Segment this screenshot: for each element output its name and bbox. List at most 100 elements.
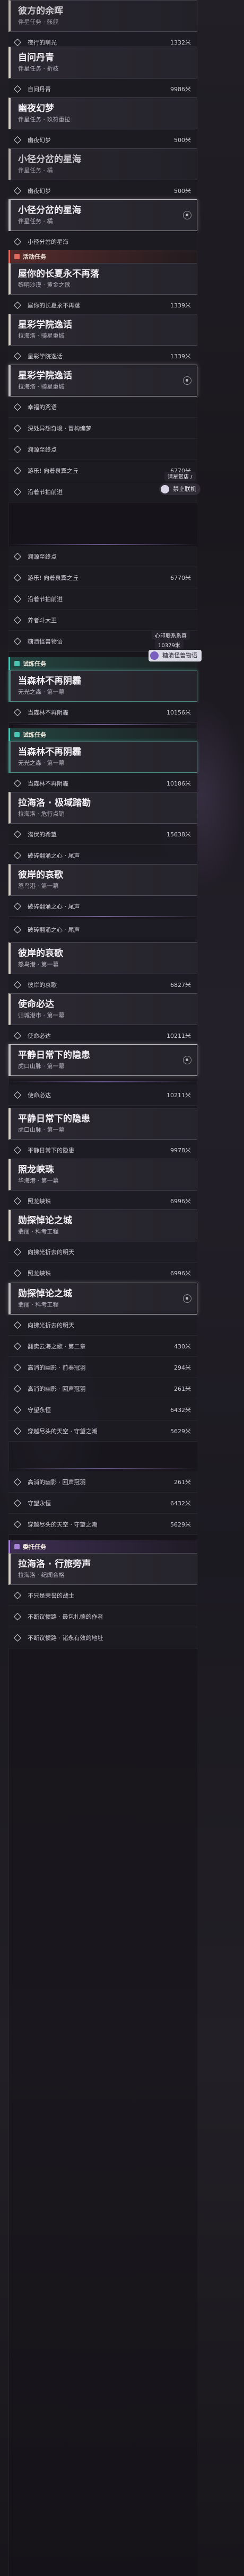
goal-text: 当森林不再阴霾 [28, 780, 68, 787]
quest-subtitle: 翡丽 · 科考工程 [18, 1301, 59, 1308]
track-icon[interactable] [183, 1294, 191, 1303]
activity-icon [14, 254, 20, 259]
quest-card[interactable]: 自问丹青 伴星任务 · 折枝 [8, 47, 197, 78]
quest-goal[interactable]: 高消的幽影 · 回声冠羽 261米 [8, 1471, 197, 1493]
goal-distance: 5629米 [170, 1521, 191, 1528]
quest-goal[interactable]: 照龙峡珠 6996米 [8, 1263, 197, 1284]
quest-subtitle: 华海港 · 第一幕 [18, 1177, 59, 1184]
quest-goal[interactable]: 自问丹青 9986米 [8, 78, 197, 100]
track-icon[interactable] [183, 376, 191, 385]
goal-distance: 1332米 [170, 39, 191, 46]
quest-goal[interactable]: 不断议惯路 · 最包扎德的作者 [8, 1606, 197, 1627]
category-header-companion[interactable]: 委托任务 [8, 1540, 197, 1553]
goal-text: 潜伏的希望 [28, 831, 57, 838]
quest-goal[interactable]: 屋你的长夏永不再落 1339米 [8, 295, 197, 316]
quest-title: 彼岸的哀歌 [18, 870, 63, 880]
quest-goal[interactable]: 幽夜幻梦 500米 [8, 180, 197, 201]
quest-card[interactable]: 星彩学院逸话 拉海洛 · 骑星重城 [8, 365, 197, 396]
diamond-icon [13, 1342, 22, 1350]
goal-distance: 15638米 [167, 831, 191, 838]
quest-goal[interactable]: 守望永恒 6432米 [8, 1399, 197, 1421]
quest-card[interactable]: 当森林不再阴霾 无光之森 · 第一幕 [8, 670, 197, 702]
quest-goal[interactable]: 使命必达 10211米 [8, 1084, 197, 1106]
category-header-activity[interactable]: 活动任务 [8, 250, 197, 263]
quest-subtitle: 拉海洛 · 骑星重城 [18, 332, 65, 339]
quest-card[interactable]: 拉海洛 · 行旅旁声 拉海洛 · 纪闻合格 [8, 1553, 197, 1585]
side-note: 心印联系系真 [152, 631, 190, 640]
quest-goal[interactable]: 潜伏的希望 15638米 [8, 824, 197, 845]
category-label: 试炼任务 [23, 731, 46, 738]
quest-goal[interactable]: 穿越尽头的天空 · 守望之潮 5629米 [8, 1421, 197, 1442]
goal-text: 屋你的长夏永不再落 [28, 302, 80, 309]
quest-card[interactable]: 勋探悼论之城 翡丽 · 科考工程 [8, 1210, 197, 1241]
quest-card[interactable]: 彼岸的哀歌 怒鸟港 · 第一幕 [8, 942, 197, 974]
quest-card[interactable]: 平静日常下的隐患 虎口山脉 · 第一幕 [8, 1108, 197, 1140]
quest-card[interactable]: 小径分岔的星海 伴星任务 · 橘 [8, 199, 197, 231]
quest-goal[interactable]: 使命必达 10211米 [8, 1025, 197, 1046]
category-header-trial[interactable]: 试炼任务 [8, 728, 197, 741]
quest-card[interactable]: 幽夜幻梦 伴星任务 · 玖符重拉 [8, 98, 197, 129]
quest-card[interactable]: 当森林不再阴霾 无光之森 · 第一幕 [8, 741, 197, 773]
quest-goal[interactable]: 溯源至终点 [8, 546, 197, 567]
quest-goal[interactable]: 向拂光折去的明天 [8, 1241, 197, 1263]
quest-goal[interactable]: 高消的幽影 · 回声冠羽 261米 [8, 1378, 197, 1399]
quest-goal[interactable]: 高消的幽影 · 前奏冠羽 294米 [8, 1357, 197, 1378]
quest-goal[interactable]: 守望永恒 6432米 [8, 1493, 197, 1514]
goal-text: 使命必达 [28, 1032, 51, 1039]
diamond-icon [13, 466, 22, 474]
quest-goal[interactable]: 不只是荣誉的战士 [8, 1585, 197, 1606]
quest-goal[interactable]: 养者斗大王 [8, 610, 197, 631]
quest-goal[interactable]: 当森林不再阴霾 10186米 [8, 773, 197, 794]
quest-goal[interactable]: 溯源至终点 [8, 439, 197, 460]
diamond-icon [13, 1427, 22, 1435]
event-chip[interactable]: 糖渍怪兽物语 [149, 650, 202, 661]
quest-title: 彼方的余晖 [18, 6, 63, 16]
goal-text: 破碎翻涌之心 · 尾声 [28, 852, 80, 859]
quest-card[interactable]: 小径分岔的星海 伴星任务 · 橘 [8, 148, 197, 180]
quest-goal[interactable]: 小径分岔的星海 [8, 231, 197, 252]
quest-card[interactable]: 星彩学院逸话 拉海洛 · 骑星重城 [8, 314, 197, 346]
goal-distance: 261米 [174, 1478, 191, 1486]
quest-goal[interactable]: 破碎翻涌之心 · 尾声 [8, 845, 197, 866]
quest-card[interactable]: 勋探悼论之城 翡丽 · 科考工程 [8, 1283, 197, 1315]
quest-goal[interactable]: 沿着节拍前进 [8, 588, 197, 610]
quest-goal[interactable]: 照龙峡珠 6996米 [8, 1190, 197, 1212]
goal-text: 幽夜幻梦 [28, 136, 51, 144]
quest-card[interactable]: 照龙峡珠 华海港 · 第一幕 [8, 1159, 197, 1190]
goal-text: 养者斗大王 [28, 616, 57, 624]
quest-list: 彼方的余晖 伴星任务 · 骸舰 夜行的萌光 1332米 自问丹青 伴星任务 · … [0, 0, 244, 2576]
quest-goal[interactable]: 不断议惯路 · 诸永有效的地址 [8, 1627, 197, 1648]
goal-text: 高消的幽影 · 回声冠羽 [28, 1478, 86, 1486]
quest-goal[interactable]: 破碎翻涌之心 · 尾声 [8, 919, 197, 940]
quest-goal[interactable]: 破碎翻涌之心 · 尾声 [8, 896, 197, 917]
quest-card[interactable]: 屋你的长夏永不再落 黎明沙漠 · 黄金之歌 [8, 263, 197, 295]
quest-subtitle: 无光之森 · 第一幕 [18, 689, 65, 695]
quest-card[interactable]: 使命必达 归城港市 · 第一幕 [8, 993, 197, 1025]
quest-card[interactable]: 拉海洛 · 极域踏勘 拉海洛 · 危行点销 [8, 792, 197, 824]
goal-distance: 1339米 [170, 302, 191, 309]
quest-goal[interactable]: 向拂光折去的明天 [8, 1315, 197, 1336]
diamond-icon [13, 552, 22, 560]
quest-card[interactable]: 平静日常下的隐患 虎口山脉 · 第一幕 [8, 1044, 197, 1076]
quest-subtitle: 伴星任务 · 橘 [18, 218, 53, 225]
quest-goal[interactable]: 幸福的咒语 [8, 396, 197, 418]
track-icon[interactable] [183, 211, 191, 219]
quest-goal[interactable]: 当森林不再阴霾 10156米 [8, 702, 197, 723]
quest-card[interactable]: 彼方的余晖 伴星任务 · 骸舰 [8, 0, 197, 32]
track-icon[interactable] [183, 1056, 191, 1064]
quest-goal[interactable]: 平静日常下的隐患 9978米 [8, 1140, 197, 1161]
diamond-icon [13, 85, 22, 93]
quest-goal[interactable]: 彼岸的哀歌 6827米 [8, 974, 197, 995]
goal-text: 照龙峡珠 [28, 1269, 51, 1277]
quest-goal[interactable]: 游乐! 向着泉翼之丘 6770米 [8, 567, 197, 588]
quest-title: 自问丹青 [18, 52, 54, 63]
goal-text: 夜行的萌光 [28, 39, 57, 46]
quest-goal[interactable]: 星彩学院逸话 1339米 [8, 346, 197, 367]
quest-goal[interactable]: 幽夜幻梦 500米 [8, 129, 197, 151]
quest-goal[interactable]: 翻卖云海之歌 · 第二章 430米 [8, 1336, 197, 1357]
quest-goal[interactable]: 深处异想奇境 · 冒构编梦 [8, 418, 197, 439]
goal-text: 幸福的咒语 [28, 403, 57, 411]
quest-goal[interactable]: 穿越尽头的天空 · 守望之潮 5629米 [8, 1514, 197, 1535]
quest-card[interactable]: 彼岸的哀歌 怒鸟港 · 第一幕 [8, 864, 197, 896]
goal-text: 沿着节拍前进 [28, 595, 63, 603]
